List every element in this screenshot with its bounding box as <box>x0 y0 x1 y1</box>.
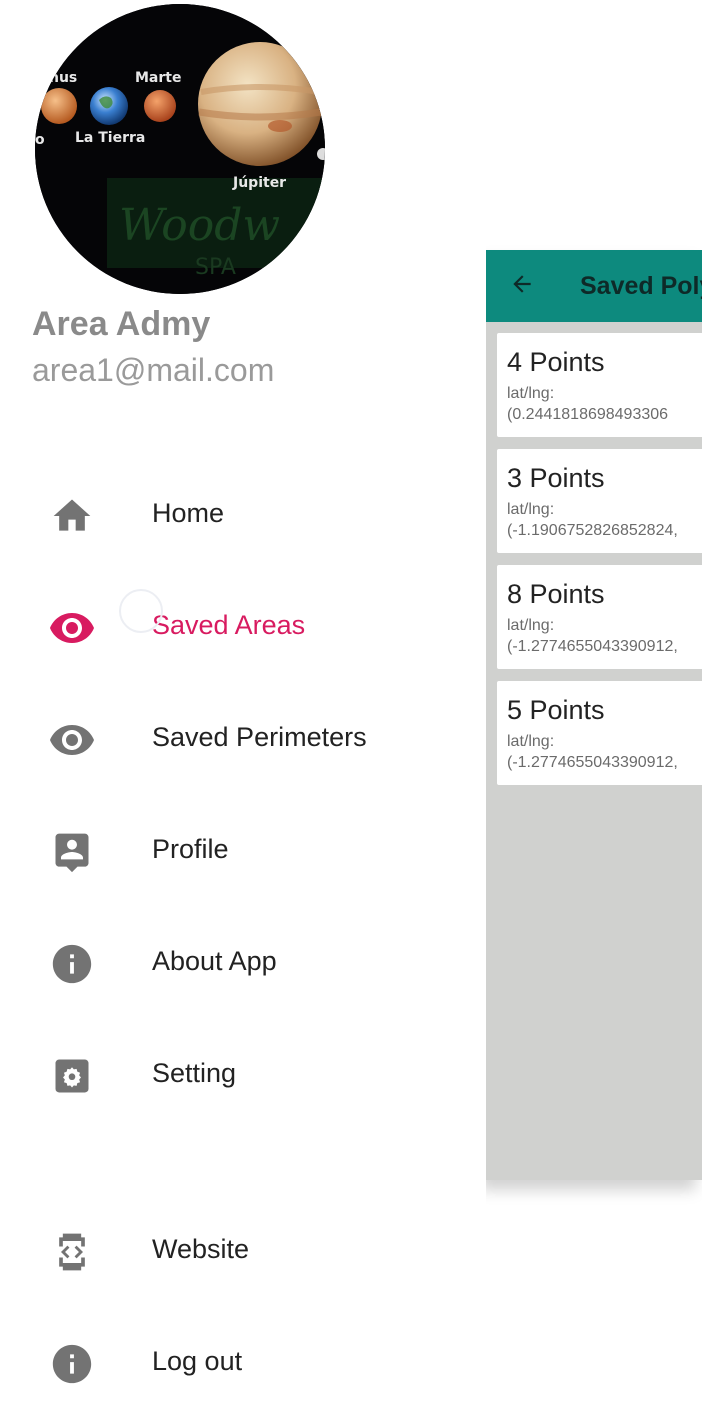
nav-item-profile[interactable]: Profile <box>0 810 486 894</box>
latlng-label: lat/lng: <box>507 733 555 750</box>
polygon-list-item[interactable]: 8 Points lat/lng: (-1.2774655043390912, <box>497 565 702 669</box>
toolbar-title: Saved Poly <box>580 272 702 300</box>
polygon-list-item[interactable]: 3 Points lat/lng: (-1.1906752826852824, <box>497 449 702 553</box>
planet-label: Júpiter <box>232 175 286 191</box>
latlng-label: lat/lng: <box>507 385 555 402</box>
nav-item-label: Saved Perimeters <box>152 722 367 752</box>
home-icon <box>48 494 96 538</box>
user-name: Area Admy <box>32 305 211 343</box>
solar-system-image: Woodw SPA nus Marte La Tierra Júpiter o <box>35 4 325 294</box>
nav-item-saved-areas[interactable]: Saved Areas <box>0 586 486 670</box>
nav-item-log-out[interactable]: Log out <box>0 1322 486 1406</box>
latlng-value: (-1.2774655043390912, <box>507 638 678 655</box>
user-email: area1@mail.com <box>32 352 275 388</box>
polygon-list-item[interactable]: 4 Points lat/lng: (0.2441818698493306 <box>497 333 702 437</box>
profile-avatar[interactable]: Woodw SPA nus Marte La Tierra Júpiter o <box>35 4 325 294</box>
contact-icon <box>48 830 96 874</box>
nav-item-label: Setting <box>152 1058 237 1088</box>
nav-item-label: Home <box>152 498 225 528</box>
settings-icon <box>48 1054 96 1098</box>
latlng-label: lat/lng: <box>507 617 555 634</box>
arrow-back-icon[interactable] <box>508 270 536 298</box>
watermark-text: Woodw <box>119 200 280 251</box>
latlng-value: (-1.1906752826852824, <box>507 522 678 539</box>
latlng-label: lat/lng: <box>507 501 555 518</box>
nav-item-home[interactable]: Home <box>0 474 486 558</box>
saved-polygons-screen: Saved Poly 4 Points lat/lng: (0.24418186… <box>486 250 702 1180</box>
toolbar: Saved Poly <box>486 250 702 322</box>
latlng-value: (-1.2774655043390912, <box>507 754 678 771</box>
planet-label: nus <box>49 70 77 86</box>
nav-item-label: Saved Areas <box>152 610 306 640</box>
nav-item-about-app[interactable]: About App <box>0 922 486 1006</box>
nav-item-label: Log out <box>152 1346 243 1376</box>
touch-ripple <box>119 589 163 633</box>
points-count: 4 Points <box>507 347 605 377</box>
nav-item-label: Website <box>152 1234 250 1264</box>
nav-item-website[interactable]: Website <box>0 1210 486 1294</box>
nav-item-label: Profile <box>152 834 229 864</box>
code-device-icon <box>48 1230 96 1274</box>
points-count: 3 Points <box>507 463 605 493</box>
info-icon <box>48 1342 96 1386</box>
latlng-value: (0.2441818698493306 <box>507 406 669 423</box>
info-icon <box>48 942 96 986</box>
eye-icon <box>48 718 96 762</box>
watermark-sub: SPA <box>195 255 236 280</box>
nav-item-label: About App <box>152 946 277 976</box>
eye-icon <box>48 606 96 650</box>
points-count: 8 Points <box>507 579 605 609</box>
points-count: 5 Points <box>507 695 605 725</box>
planet-label: La Tierra <box>75 130 145 146</box>
nav-item-saved-perimeters[interactable]: Saved Perimeters <box>0 698 486 782</box>
planet-label: Marte <box>135 70 181 86</box>
polygon-list-item[interactable]: 5 Points lat/lng: (-1.2774655043390912, <box>497 681 702 785</box>
nav-item-setting[interactable]: Setting <box>0 1034 486 1118</box>
navigation-drawer: Woodw SPA nus Marte La Tierra Júpiter o … <box>0 0 486 1407</box>
planet-label: o <box>35 132 45 148</box>
